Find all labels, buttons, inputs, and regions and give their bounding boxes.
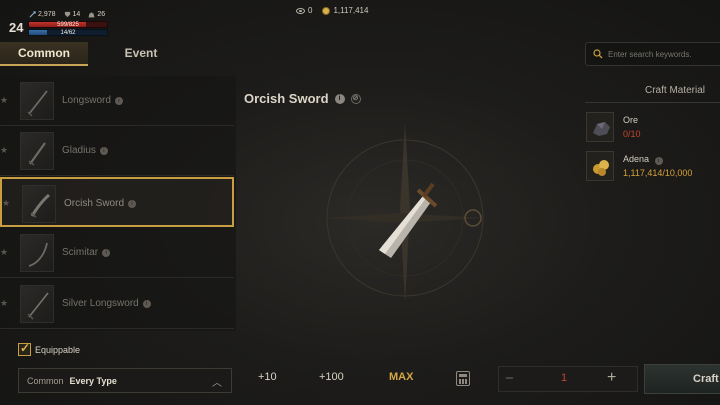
item-name-text: Gladius (62, 145, 96, 156)
favorite-star-icon[interactable]: ★ (0, 298, 8, 309)
list-item-orcish-sword[interactable]: ★ Orcish Sword i (0, 177, 234, 227)
chevron-up-icon: ︿ (212, 378, 222, 389)
adena-coin-icon (322, 6, 331, 15)
material-ore[interactable]: Ore 0/10 (586, 112, 720, 146)
sword-icon (27, 90, 48, 117)
favorite-star-icon[interactable]: ★ (2, 198, 10, 209)
favorite-star-icon[interactable]: ★ (0, 95, 8, 106)
divider (585, 102, 720, 103)
adena-icon (586, 151, 614, 181)
item-name: Silver Longsword i (62, 298, 151, 309)
item-name: Scimitar i (62, 247, 111, 258)
material-count: 1,117,414/10,000 (623, 168, 693, 178)
info-icon[interactable]: i (128, 200, 137, 208)
item-title-text: Orcish Sword (244, 91, 329, 106)
moon-icon (324, 210, 333, 228)
favorite-star-icon[interactable]: ★ (0, 247, 8, 258)
diamond-icon (296, 7, 305, 14)
adena-count: 1,117,414 (322, 6, 368, 15)
hp-bar: 599/825 (28, 21, 108, 28)
tab-common[interactable]: Common (0, 42, 88, 66)
info-icon[interactable]: i (334, 93, 345, 104)
ore-icon (586, 112, 614, 142)
character-stats: 2,978 14 26 (29, 11, 105, 18)
material-adena[interactable]: Adena i 1,117,414/10,000 (586, 151, 720, 185)
equippable-filter[interactable]: Equippable (18, 341, 81, 356)
orcish-sword-thumbnail (22, 185, 56, 223)
tab-event[interactable]: Event (96, 42, 186, 66)
search-box (585, 42, 720, 66)
equippable-label: Equippable (35, 344, 81, 355)
item-name-text: Silver Longsword (62, 298, 139, 309)
status-bar: 24 2,978 14 26 599/825 14/62 0 1,117,414 (0, 0, 720, 42)
sword-icon (28, 142, 46, 166)
max-button[interactable]: MAX (389, 371, 413, 383)
equippable-checkbox[interactable] (18, 341, 31, 356)
item-list: ★ Longsword i ★ Gladius i ★ Orcish Sword i … (0, 76, 236, 331)
stat-defense: 14 (64, 11, 81, 18)
list-item-silver-longsword[interactable]: ★ Silver Longsword i (0, 279, 234, 329)
mp-bar: 14/62 (28, 29, 108, 36)
sword-icon (27, 292, 49, 320)
info-icon[interactable]: i (654, 157, 663, 165)
add-100-button[interactable]: +100 (319, 371, 344, 383)
item-name-text: Orcish Sword (64, 198, 125, 209)
increase-button[interactable]: + (607, 369, 616, 387)
category-tabs: Common Event (0, 42, 236, 66)
item-name-text: Scimitar (62, 247, 99, 258)
filter-category: Common (27, 375, 64, 386)
item-name-text: Longsword (62, 95, 111, 106)
item-name: Longsword i (62, 95, 123, 106)
attack-icon (29, 11, 36, 18)
craft-button[interactable]: Craft (644, 364, 720, 394)
stat-attack-value: 2,978 (38, 11, 56, 18)
red-diamond-value: 0 (308, 6, 313, 15)
red-diamond-count: 0 (296, 6, 312, 15)
decrease-button[interactable]: − (505, 370, 514, 387)
list-item-longsword[interactable]: ★ Longsword i (0, 76, 234, 126)
stat-attack: 2,978 (29, 11, 56, 18)
material-name-with-info: Adena i (623, 154, 663, 165)
sword-icon (28, 242, 48, 267)
list-item-gladius[interactable]: ★ Gladius i (0, 126, 234, 176)
mp-text: 14/62 (60, 30, 76, 36)
type-filter-dropdown[interactable]: Common Every Type ︿ (18, 368, 232, 393)
info-icon[interactable]: i (142, 300, 151, 308)
scimitar-thumbnail (20, 234, 54, 272)
quantity-value[interactable]: 1 (557, 372, 571, 384)
sword-icon (30, 193, 50, 218)
material-count: 0/10 (623, 129, 641, 139)
filter-type: Every Type (69, 375, 117, 386)
material-name: Ore (623, 115, 639, 125)
craft-material-title: Craft Material (645, 85, 706, 96)
add-10-button[interactable]: +10 (258, 371, 277, 383)
stat-defense-value: 14 (72, 11, 81, 18)
item-name: Orcish Sword i (64, 198, 137, 209)
list-item-scimitar[interactable]: ★ Scimitar i (0, 228, 234, 278)
info-icon[interactable]: i (102, 249, 111, 257)
link-icon[interactable]: ⊘ (350, 93, 361, 104)
longsword-thumbnail (20, 82, 54, 120)
info-icon[interactable]: i (114, 97, 123, 105)
item-emblem (324, 123, 485, 303)
search-icon (593, 49, 603, 59)
item-name: Gladius i (62, 145, 108, 156)
currency-display: 0 1,117,414 (296, 6, 368, 15)
silver-longsword-thumbnail (20, 285, 54, 323)
item-title: Orcish Sword i ⊘ (244, 91, 361, 106)
material-name: Adena (623, 154, 650, 164)
stat-weight-value: 26 (97, 11, 106, 18)
stat-weight: 26 (88, 11, 105, 18)
search-input[interactable] (608, 47, 720, 62)
quantity-stepper: − 1 + (498, 366, 638, 392)
hp-text: 599/825 (57, 22, 79, 28)
defense-icon (64, 11, 70, 18)
gladius-thumbnail (20, 132, 54, 170)
favorite-star-icon[interactable]: ★ (0, 145, 8, 156)
weight-icon (88, 12, 95, 18)
adena-value: 1,117,414 (333, 6, 369, 15)
character-level: 24 (9, 20, 24, 35)
info-icon[interactable]: i (99, 147, 108, 155)
calculator-icon[interactable] (456, 371, 470, 386)
